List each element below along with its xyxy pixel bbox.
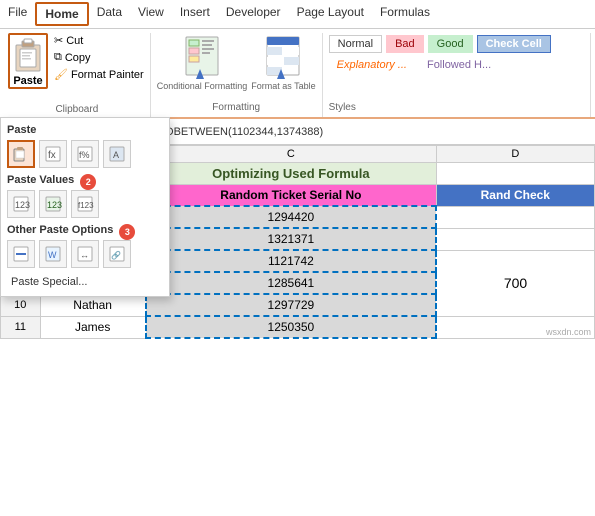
conditional-formatting-icon: [184, 35, 220, 81]
style-explanatory[interactable]: Explanatory ...: [329, 57, 415, 73]
styles-section: Normal Bad Good Check Cell Explanatory .…: [323, 33, 591, 117]
menu-formulas[interactable]: Formulas: [372, 2, 438, 26]
svg-text:123: 123: [47, 200, 62, 210]
paste-badge-3: 3: [119, 224, 135, 240]
svg-text:W: W: [48, 250, 57, 260]
menu-view[interactable]: View: [130, 2, 172, 26]
col-rand-check-header: Rand Check: [436, 185, 594, 207]
svg-text:f%: f%: [79, 150, 90, 160]
table-row: 11 James 1250350: [1, 316, 595, 338]
paste-icon-formula2[interactable]: f%: [71, 140, 99, 168]
svg-text:f123: f123: [78, 201, 94, 210]
paste-badge-2: 2: [80, 174, 96, 190]
formatting-section-label: Formatting: [212, 102, 260, 115]
paste-dropdown: Paste fx f% A Paste Values 2 123 123: [0, 117, 170, 297]
menu-insert[interactable]: Insert: [172, 2, 218, 26]
row10-ticket[interactable]: 1297729: [146, 294, 436, 316]
row6-rand[interactable]: [436, 206, 594, 228]
cut-icon: ✂: [54, 34, 63, 47]
paste-icon-no-border[interactable]: A: [103, 140, 131, 168]
row10-name[interactable]: Nathan: [40, 294, 146, 316]
svg-text:🔗: 🔗: [111, 250, 121, 260]
style-followed[interactable]: Followed H...: [419, 57, 499, 73]
paste-values-formula-btn[interactable]: f123: [71, 190, 99, 218]
conditional-formatting-button[interactable]: Conditional Formatting: [157, 35, 248, 92]
paste-values-header: Paste Values 2: [7, 174, 163, 190]
row11-ticket[interactable]: 1250350: [146, 316, 436, 338]
styles-label: Styles: [329, 102, 584, 115]
paste-dropdown-title: Paste: [7, 124, 163, 136]
paste-values-row: 123 123 f123: [7, 190, 163, 218]
cut-label: Cut: [66, 35, 83, 47]
clipboard-buttons: ✂ Cut ⧉ Copy 🖌 Format Painter: [52, 33, 146, 89]
menu-file[interactable]: File: [0, 2, 35, 26]
menu-data[interactable]: Data: [89, 2, 130, 26]
svg-text:↔: ↔: [80, 250, 89, 260]
conditional-formatting-label: Conditional Formatting: [157, 81, 248, 92]
style-good[interactable]: Good: [428, 35, 473, 53]
format-as-table-label: Format as Table: [251, 81, 315, 92]
copy-label: Copy: [65, 52, 91, 64]
title-cell: Optimizing Used Formula: [146, 163, 436, 185]
row-header-11: 11: [1, 316, 41, 338]
col-header-c[interactable]: C: [146, 146, 436, 163]
cut-button[interactable]: ✂ Cut: [52, 33, 146, 48]
row7-ticket[interactable]: 1321371: [146, 228, 436, 250]
format-as-table-button[interactable]: Format as Table: [251, 35, 315, 92]
row4-d[interactable]: [436, 163, 594, 185]
menu-bar: File Home Data View Insert Developer Pag…: [0, 0, 595, 29]
svg-text:A: A: [113, 150, 119, 160]
format-painter-icon: 🖌: [54, 68, 68, 81]
row7-rand[interactable]: [436, 228, 594, 250]
svg-text:123: 123: [15, 200, 30, 210]
style-check-cell[interactable]: Check Cell: [477, 35, 551, 53]
row-header-10: 10: [1, 294, 41, 316]
other-paste-title: Other Paste Options: [7, 224, 113, 236]
other-paste-btn2[interactable]: W: [39, 240, 67, 268]
row11-name[interactable]: James: [40, 316, 146, 338]
paste-special-button[interactable]: Paste Special...: [7, 274, 163, 290]
ribbon: Paste ✂ Cut ⧉ Copy 🖌 Format Painter Clip…: [0, 29, 595, 119]
col-header-d[interactable]: D: [436, 146, 594, 163]
paste-icon-default[interactable]: [7, 140, 35, 168]
clipboard-section: Paste ✂ Cut ⧉ Copy 🖌 Format Painter Clip…: [4, 33, 151, 117]
style-bad[interactable]: Bad: [386, 35, 424, 53]
paste-values-btn[interactable]: 123: [7, 190, 35, 218]
format-as-table-icon: [265, 35, 301, 81]
style-normal[interactable]: Normal: [329, 35, 382, 53]
svg-text:fx: fx: [48, 150, 56, 161]
other-paste-btn3[interactable]: ↔: [71, 240, 99, 268]
paste-label: Paste: [13, 75, 42, 87]
clipboard-label: Clipboard: [8, 104, 146, 117]
menu-developer[interactable]: Developer: [218, 2, 289, 26]
formatting-section: Conditional Formatting Format as Table F…: [151, 33, 323, 117]
other-paste-btn1[interactable]: [7, 240, 35, 268]
paste-icon: [10, 35, 46, 75]
row6-ticket[interactable]: 1294420: [146, 206, 436, 228]
formula-content: =RANDBETWEEN(1102344,1374388): [134, 124, 591, 140]
copy-icon: ⧉: [54, 51, 62, 64]
paste-icons-row: fx f% A: [7, 140, 163, 168]
copy-button[interactable]: ⧉ Copy: [52, 50, 146, 65]
paste-values-fmt-btn[interactable]: 123: [39, 190, 67, 218]
menu-home[interactable]: Home: [35, 2, 88, 26]
row8-ticket[interactable]: 1121742: [146, 250, 436, 272]
paste-icon-formula[interactable]: fx: [39, 140, 67, 168]
watermark: wsxdn.com: [546, 327, 591, 337]
other-paste-row: W ↔ 🔗: [7, 240, 163, 268]
format-painter-label: Format Painter: [71, 69, 144, 81]
other-paste-header: Other Paste Options 3: [7, 224, 163, 240]
other-paste-btn4[interactable]: 🔗: [103, 240, 131, 268]
format-painter-button[interactable]: 🖌 Format Painter: [52, 67, 146, 82]
col-random-ticket-header: Random Ticket Serial No: [146, 185, 436, 207]
paste-values-title: Paste Values: [7, 174, 74, 186]
menu-page-layout[interactable]: Page Layout: [289, 2, 372, 26]
row9-ticket[interactable]: 1285641: [146, 272, 436, 294]
row8-rand[interactable]: 700: [436, 250, 594, 316]
paste-button[interactable]: Paste: [8, 33, 48, 89]
